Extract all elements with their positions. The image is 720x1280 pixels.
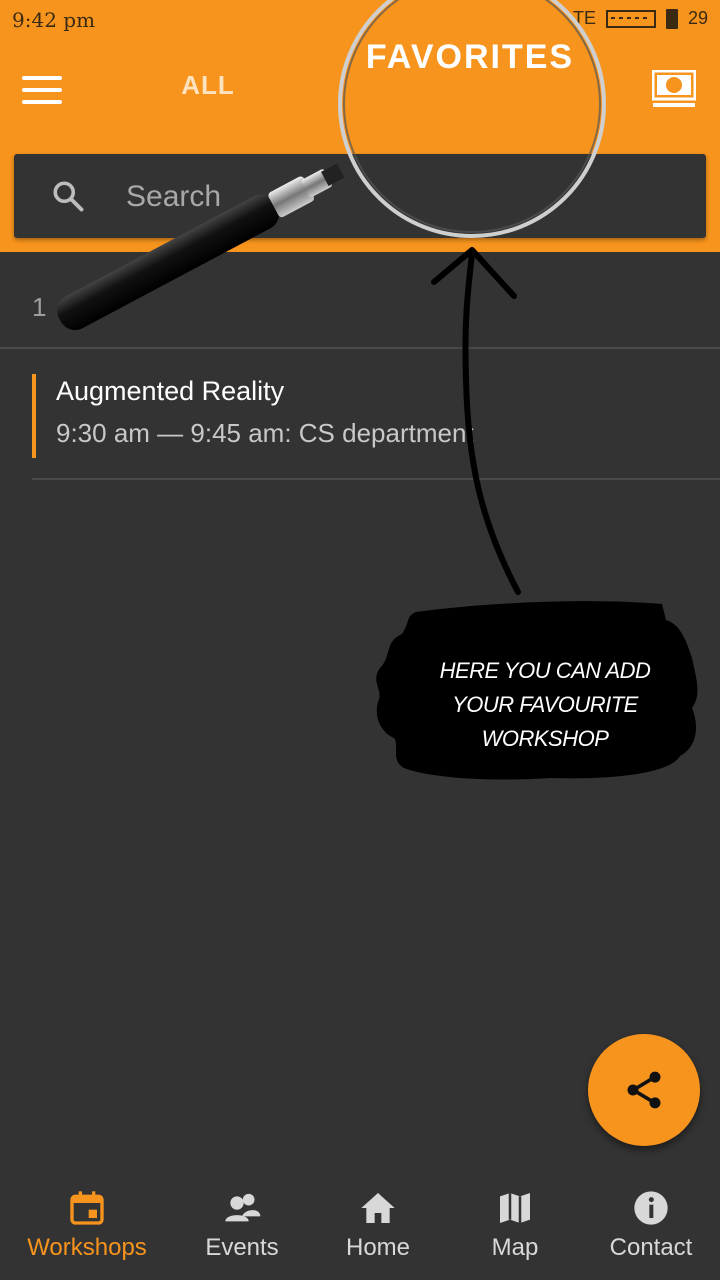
annotation-line-1: HERE YOU CAN ADD bbox=[439, 658, 651, 683]
nav-home[interactable]: Home bbox=[306, 1170, 450, 1280]
status-indicators: TE 29 bbox=[573, 8, 708, 29]
search-icon bbox=[53, 181, 84, 212]
accent-bar bbox=[32, 374, 36, 458]
status-time: 9:42 pm bbox=[12, 8, 96, 32]
nav-events[interactable]: Events bbox=[170, 1170, 314, 1280]
annotation-line-2: YOUR FAVOURITE WORKSHOP bbox=[452, 692, 638, 751]
nav-map[interactable]: Map bbox=[443, 1170, 587, 1280]
nav-label-workshops: Workshops bbox=[27, 1234, 147, 1261]
nav-workshops[interactable]: Workshops bbox=[15, 1170, 159, 1280]
search-bar bbox=[14, 154, 706, 238]
share-icon bbox=[627, 1071, 661, 1109]
people-icon bbox=[225, 1193, 261, 1222]
info-icon bbox=[634, 1191, 668, 1225]
tab-favorites[interactable]: FAVORITES bbox=[350, 38, 590, 77]
date-header: 1 bbox=[0, 252, 720, 349]
menu-icon[interactable] bbox=[22, 74, 62, 106]
map-icon bbox=[500, 1193, 530, 1223]
network-label: TE bbox=[572, 8, 596, 28]
share-button[interactable] bbox=[588, 1034, 700, 1146]
battery-level: 29 bbox=[687, 8, 708, 28]
bottom-navigation: Workshops Events Home Map Contact bbox=[0, 1170, 720, 1280]
nav-contact[interactable]: Contact bbox=[579, 1170, 720, 1280]
app-bar: 9:42 pm TE 29 ALL FAVORITES bbox=[0, 0, 720, 252]
tab-all[interactable]: ALL bbox=[158, 70, 258, 101]
battery-icon bbox=[665, 8, 678, 29]
calendar-icon bbox=[70, 1191, 104, 1225]
nav-label-map: Map bbox=[491, 1234, 539, 1261]
annotation-background bbox=[376, 601, 698, 780]
annotation-text: HERE YOU CAN ADD YOUR FAVOURITE WORKSHOP bbox=[400, 654, 690, 756]
workshop-item[interactable]: Augmented Reality 9:30 am — 9:45 am: CS … bbox=[32, 372, 720, 480]
signal-icon bbox=[605, 9, 656, 28]
money-icon[interactable] bbox=[652, 70, 696, 108]
nav-label-events: Events bbox=[205, 1234, 279, 1261]
workshop-time-location: 9:30 am — 9:45 am: CS department bbox=[56, 418, 474, 448]
nav-label-home: Home bbox=[345, 1234, 411, 1261]
date-label: 1 bbox=[32, 292, 47, 322]
search-input[interactable] bbox=[124, 174, 668, 220]
status-bar: 9:42 pm TE 29 bbox=[0, 0, 720, 40]
home-icon bbox=[361, 1193, 395, 1223]
workshop-title: Augmented Reality bbox=[56, 376, 285, 406]
nav-label-contact: Contact bbox=[609, 1234, 693, 1261]
